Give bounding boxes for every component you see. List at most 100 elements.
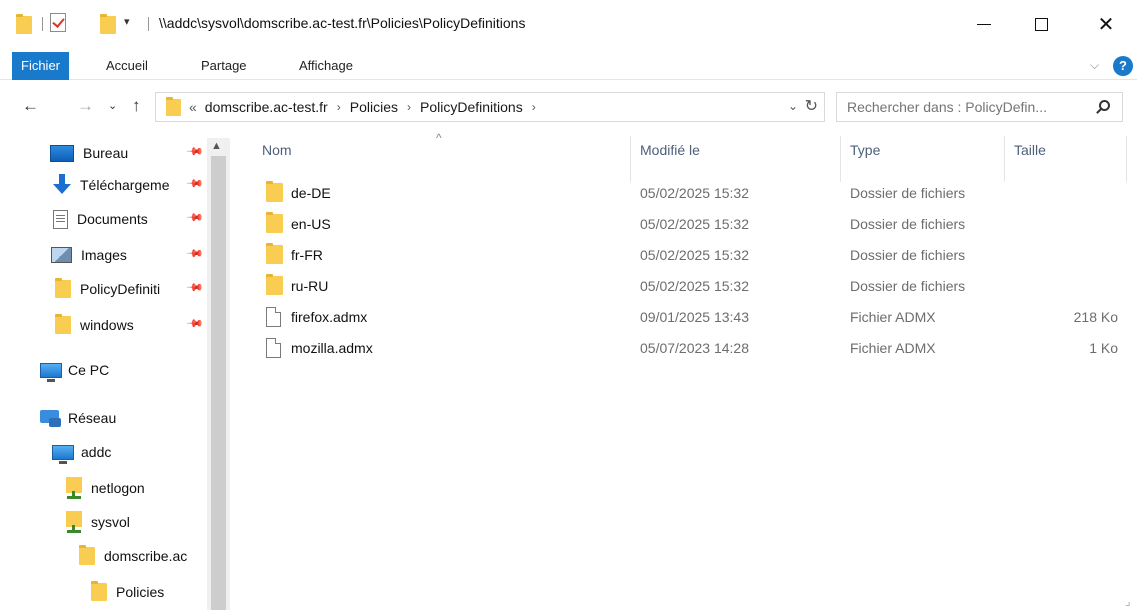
search-icon[interactable]: [1099, 100, 1110, 111]
sidebar-item-policydefinitions[interactable]: PolicyDefiniti: [55, 274, 190, 304]
sidebar-item-netlogon[interactable]: netlogon: [66, 473, 145, 503]
sidebar-item-reseau[interactable]: Réseau: [40, 403, 116, 433]
breadcrumb-domain[interactable]: domscribe.ac-test.fr: [205, 99, 328, 115]
list-item[interactable]: en-US 05/02/2025 15:32 Dossier de fichie…: [260, 209, 1130, 239]
sidebar-item-label: Bureau: [83, 145, 129, 161]
file-size: 218 Ko: [1073, 309, 1118, 325]
column-header-modified[interactable]: Modifié le: [640, 142, 700, 158]
file-name: de-DE: [291, 185, 331, 201]
folder-icon: [266, 181, 283, 202]
sidebar-item-sysvol[interactable]: sysvol: [66, 507, 130, 537]
tab-accueil[interactable]: Accueil: [98, 52, 156, 80]
column-header-name[interactable]: Nom: [262, 142, 292, 158]
help-icon[interactable]: ?: [1113, 56, 1133, 76]
list-item[interactable]: mozilla.admx 05/07/2023 14:28 Fichier AD…: [260, 333, 1130, 363]
folder-icon: [166, 96, 181, 116]
sort-ascending-icon: ^: [436, 131, 442, 145]
column-header-type[interactable]: Type: [850, 142, 880, 158]
title-bar: ▾ \\addc\sysvol\domscribe.ac-test.fr\Pol…: [0, 0, 1137, 52]
sidebar-item-ce-pc[interactable]: Ce PC: [40, 355, 109, 385]
tab-affichage[interactable]: Affichage: [291, 52, 361, 80]
network-icon: [40, 409, 62, 427]
new-folder-icon[interactable]: [100, 14, 116, 36]
column-header-size[interactable]: Taille: [1014, 142, 1046, 158]
search-box[interactable]: [836, 92, 1123, 122]
desktop-icon: [50, 144, 74, 162]
column-divider[interactable]: [840, 136, 841, 182]
sidebar-item-label: sysvol: [91, 514, 130, 530]
minimize-button[interactable]: [962, 6, 1006, 42]
file-icon: [266, 338, 281, 358]
file-name: en-US: [291, 216, 331, 232]
breadcrumb-chevron-icon[interactable]: ›: [532, 100, 536, 114]
list-item[interactable]: firefox.admx 09/01/2025 13:43 Fichier AD…: [260, 302, 1130, 332]
sidebar-item-label: Réseau: [68, 410, 117, 426]
maximize-button[interactable]: [1019, 6, 1063, 42]
sidebar-item-policies[interactable]: Policies: [91, 577, 164, 607]
toolbar-divider: [42, 17, 43, 31]
search-input[interactable]: [847, 94, 1097, 120]
close-button[interactable]: ✕: [1084, 6, 1128, 42]
properties-icon[interactable]: [50, 13, 66, 32]
sidebar-item-telechargements[interactable]: Téléchargeme: [53, 170, 192, 200]
folder-icon: [16, 14, 32, 36]
breadcrumb-chevron-icon[interactable]: ›: [407, 100, 411, 114]
tab-fichier[interactable]: Fichier: [12, 52, 70, 80]
minimize-icon: [977, 23, 991, 25]
sidebar-item-label: Images: [81, 247, 127, 263]
file-type: Dossier de fichiers: [850, 278, 966, 294]
sidebar-item-label: Téléchargeme: [80, 177, 170, 193]
recent-locations-button[interactable]: ⌄: [108, 94, 117, 118]
column-divider[interactable]: [1004, 136, 1005, 182]
documents-icon: [53, 209, 68, 229]
file-type: Dossier de fichiers: [850, 216, 966, 232]
download-icon: [53, 174, 71, 196]
scroll-up-icon[interactable]: ▲: [211, 140, 222, 152]
sidebar-item-images[interactable]: Images: [51, 240, 127, 270]
folder-icon: [266, 212, 283, 233]
forward-button[interactable]: →: [77, 94, 94, 118]
list-item[interactable]: ru-RU 05/02/2025 15:32 Dossier de fichie…: [260, 271, 1130, 301]
column-divider[interactable]: [630, 136, 631, 182]
refresh-icon[interactable]: ↻: [805, 96, 818, 116]
sidebar-item-label: Documents: [77, 211, 148, 227]
folder-icon: [266, 274, 283, 295]
file-list: ^ Nom Modifié le Type Taille de-DE 05/02…: [232, 128, 1137, 610]
file-modified: 05/02/2025 15:32: [640, 185, 749, 201]
list-item[interactable]: de-DE 05/02/2025 15:32 Dossier de fichie…: [260, 178, 1130, 208]
folder-icon: [266, 243, 283, 264]
sidebar-item-bureau[interactable]: Bureau: [50, 138, 128, 168]
file-modified: 05/02/2025 15:32: [640, 247, 749, 263]
sidebar-item-label: netlogon: [91, 480, 145, 496]
address-history-icon[interactable]: ⌄: [788, 99, 798, 113]
breadcrumb-chevron-icon[interactable]: ›: [337, 100, 341, 114]
breadcrumb-policydefinitions[interactable]: PolicyDefinitions: [420, 99, 523, 115]
sidebar-item-addc[interactable]: addc: [52, 437, 111, 467]
breadcrumb-overflow[interactable]: «: [189, 99, 197, 115]
breadcrumb-policies[interactable]: Policies: [350, 99, 398, 115]
computer-icon: [52, 444, 74, 464]
file-type: Fichier ADMX: [850, 309, 936, 325]
column-divider[interactable]: [1126, 136, 1127, 182]
nav-scrollbar-thumb[interactable]: [211, 156, 226, 610]
resize-grip-icon[interactable]: ⌟: [1125, 594, 1131, 608]
sidebar-item-windows[interactable]: windows: [55, 310, 134, 340]
sidebar-item-label: Policies: [116, 584, 165, 600]
expand-ribbon-icon[interactable]: ⌵: [1090, 58, 1099, 73]
navigation-pane: [0, 128, 232, 610]
customize-toolbar-icon[interactable]: ▾: [124, 15, 130, 28]
tab-partage[interactable]: Partage: [193, 52, 255, 80]
sidebar-item-domscribe[interactable]: domscribe.ac: [79, 541, 204, 571]
folder-icon: [55, 278, 71, 298]
file-modified: 05/02/2025 15:32: [640, 278, 749, 294]
sidebar-item-documents[interactable]: Documents: [53, 204, 148, 234]
file-name: mozilla.admx: [291, 340, 373, 356]
back-button[interactable]: ←: [22, 94, 39, 118]
up-button[interactable]: ↑: [132, 94, 141, 118]
navigation-bar: ← → ⌄ ↑ « domscribe.ac-test.fr › Policie…: [0, 88, 1137, 126]
folder-icon: [55, 314, 71, 334]
list-item[interactable]: fr-FR 05/02/2025 15:32 Dossier de fichie…: [260, 240, 1130, 270]
address-bar[interactable]: « domscribe.ac-test.fr › Policies › Poli…: [155, 92, 825, 122]
maximize-icon: [1034, 17, 1048, 31]
file-modified: 09/01/2025 13:43: [640, 309, 749, 325]
